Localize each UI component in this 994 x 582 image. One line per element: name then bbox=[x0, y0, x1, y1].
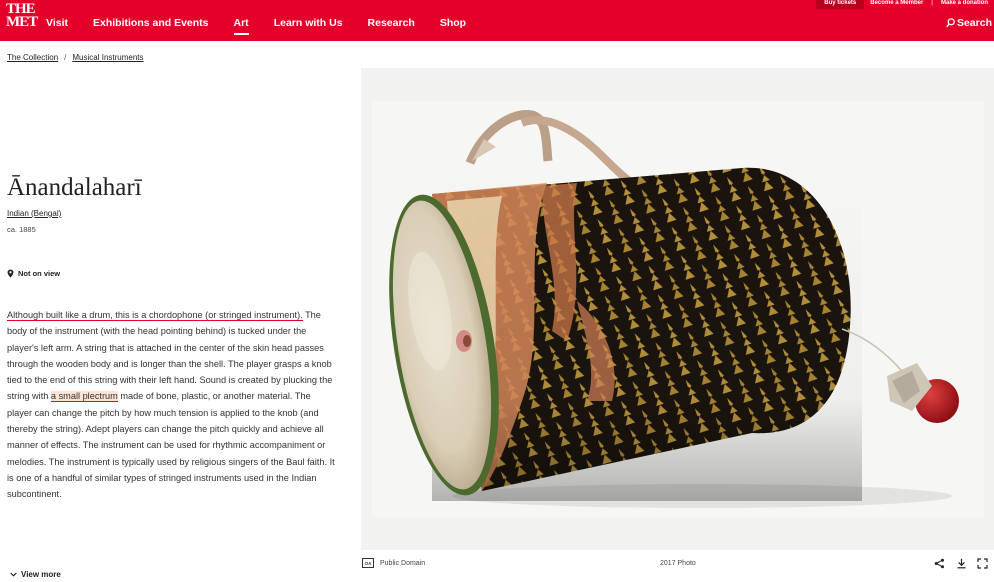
donate-link[interactable]: Make a donation bbox=[935, 0, 994, 6]
description-fade-overlay bbox=[0, 500, 340, 534]
breadcrumb-separator: / bbox=[64, 53, 67, 62]
object-image[interactable] bbox=[372, 101, 984, 517]
breadcrumb: The Collection / Musical Instruments bbox=[7, 53, 144, 62]
main-nav: Visit Exhibitions and Events Art Learn w… bbox=[46, 17, 491, 35]
description-text-part3: made of bone, plastic, or another materi… bbox=[7, 391, 335, 500]
buy-tickets-link[interactable]: Buy tickets bbox=[816, 0, 865, 9]
description-highlight-plectrum: a small plectrum bbox=[50, 391, 118, 403]
view-more-label: View more bbox=[21, 570, 61, 579]
open-access-icon: OA bbox=[362, 558, 374, 568]
search-icon bbox=[946, 18, 955, 28]
nav-visit[interactable]: Visit bbox=[46, 17, 68, 29]
image-footer: OA Public Domain 2017 Photo bbox=[361, 557, 994, 575]
nav-exhibitions[interactable]: Exhibitions and Events bbox=[93, 17, 209, 29]
view-more-button[interactable]: View more bbox=[10, 570, 61, 579]
license-label[interactable]: Public Domain bbox=[380, 560, 425, 567]
logo-line-2: MET bbox=[6, 14, 38, 30]
search-button[interactable]: Search bbox=[946, 17, 992, 29]
photo-date: 2017 Photo bbox=[660, 560, 696, 567]
description-highlight-chordophone: Although built like a drum, this is a ch… bbox=[7, 310, 303, 321]
fullscreen-icon[interactable] bbox=[977, 558, 988, 569]
nav-shop[interactable]: Shop bbox=[440, 17, 466, 29]
description-text-part2: The body of the instrument (with the hea… bbox=[7, 310, 333, 402]
utility-separator: | bbox=[931, 0, 933, 6]
breadcrumb-collection[interactable]: The Collection bbox=[7, 53, 58, 62]
nav-learn[interactable]: Learn with Us bbox=[274, 17, 343, 29]
anandalahari-drum-illustration bbox=[389, 110, 959, 508]
breadcrumb-musical-instruments[interactable]: Musical Instruments bbox=[72, 53, 143, 62]
met-logo[interactable]: THE MET bbox=[6, 2, 38, 30]
download-icon[interactable] bbox=[956, 558, 967, 569]
object-culture-link[interactable]: Indian (Bengal) bbox=[7, 209, 61, 218]
on-view-status: Not on view bbox=[7, 269, 60, 278]
on-view-label: Not on view bbox=[18, 269, 61, 278]
object-date: ca. 1885 bbox=[7, 225, 36, 234]
chevron-down-icon bbox=[10, 572, 17, 577]
object-description: Although built like a drum, this is a ch… bbox=[7, 307, 335, 503]
object-image-panel bbox=[361, 68, 994, 550]
share-icon[interactable] bbox=[934, 558, 945, 569]
object-title: Ānandalaharī bbox=[7, 174, 142, 201]
location-pin-icon bbox=[7, 269, 14, 278]
become-member-link[interactable]: Become a Member bbox=[864, 0, 929, 6]
nav-research[interactable]: Research bbox=[368, 17, 415, 29]
search-label: Search bbox=[956, 17, 992, 29]
nav-art[interactable]: Art bbox=[233, 17, 249, 35]
site-header: THE MET Visit Exhibitions and Events Art… bbox=[0, 0, 994, 41]
utility-links: Buy tickets Become a Member | Make a don… bbox=[816, 0, 994, 9]
